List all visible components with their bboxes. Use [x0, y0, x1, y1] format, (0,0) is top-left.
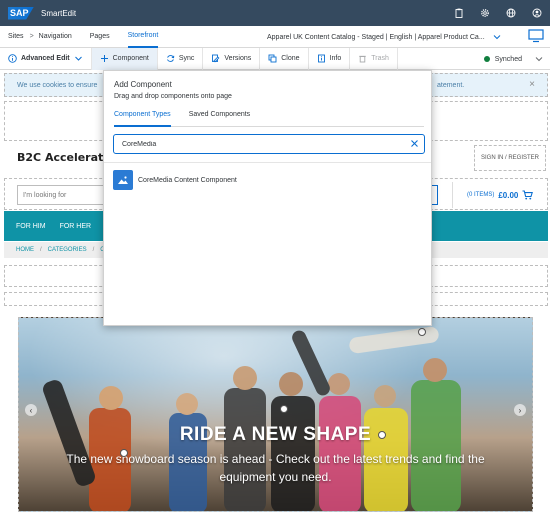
component-result-item[interactable]: CoreMedia Content Component	[113, 170, 237, 190]
sync-label: Sync	[178, 55, 195, 62]
breadcrumb-home[interactable]: HOME	[16, 247, 34, 253]
chevron-right-icon: >	[29, 33, 34, 40]
mode-label: Advanced Edit	[21, 55, 70, 62]
status-dot	[483, 56, 490, 62]
trash-button[interactable]: Trash	[350, 47, 398, 70]
site-search-input[interactable]: I'm looking for	[17, 185, 105, 205]
clone-label: Clone	[281, 55, 300, 62]
category-for-him[interactable]: FOR HIM	[16, 223, 46, 230]
catalog-label: Apparel UK Content Catalog - Staged | En…	[267, 33, 485, 41]
gear-icon[interactable]	[480, 8, 490, 18]
info-circle-icon	[8, 54, 17, 63]
popover-subtitle: Drag and drop components onto page	[114, 93, 232, 100]
shell-header: SAP SmartEdit	[0, 0, 550, 26]
category-for-her[interactable]: FOR HER	[60, 223, 92, 230]
info-doc-icon	[317, 54, 326, 63]
carousel-prev-arrow[interactable]: ‹	[25, 404, 37, 416]
drag-handle[interactable]	[120, 449, 128, 457]
carousel-next-arrow[interactable]: ›	[514, 404, 526, 416]
close-icon[interactable]: ×	[529, 79, 535, 90]
sync-status-label: Synched	[494, 55, 522, 63]
sync-button[interactable]: Sync	[158, 47, 204, 70]
device-preview-icon[interactable]	[528, 29, 544, 43]
cart-icon	[522, 190, 534, 200]
nav-pages[interactable]: Pages	[90, 26, 110, 48]
versions-label: Versions	[224, 55, 252, 62]
sync-status[interactable]: Synched	[483, 48, 522, 70]
hero-title: RIDE A NEW SHAPE	[179, 424, 372, 445]
sync-icon	[166, 54, 175, 63]
catalog-selector[interactable]: Apparel UK Content Catalog - Staged | En…	[267, 26, 501, 48]
divider	[104, 162, 431, 163]
component-label: Component	[112, 55, 149, 62]
versions-button[interactable]: Versions	[203, 47, 261, 70]
cart-items: (0 ITEMS)	[467, 192, 495, 198]
drag-handle[interactable]	[280, 405, 288, 413]
cart-total: £0.00	[498, 190, 519, 200]
breadcrumb-separator: /	[92, 247, 95, 253]
component-search-input[interactable]	[113, 134, 425, 154]
plus-icon	[100, 54, 109, 63]
nav-sites[interactable]: Sites	[8, 26, 24, 48]
chevron-down-icon[interactable]	[534, 54, 544, 64]
clone-button[interactable]: Clone	[260, 47, 309, 70]
site-brand[interactable]: B2C Accelerator	[17, 151, 116, 164]
cookie-text-start: We use cookies to ensure	[17, 82, 98, 89]
image-component-icon	[113, 170, 133, 190]
chevron-down-icon	[493, 33, 501, 41]
info-button[interactable]: Info	[309, 47, 351, 70]
app-name: SmartEdit	[41, 8, 77, 18]
nav-storefront[interactable]: Storefront	[127, 26, 159, 48]
clipboard-icon[interactable]	[454, 8, 464, 18]
breadcrumb-separator: /	[40, 247, 42, 253]
clone-icon	[268, 54, 277, 63]
add-component-popover: Add Component Drag and drop components o…	[103, 70, 432, 326]
cookie-text-end: atement.	[437, 82, 465, 89]
info-label: Info	[329, 55, 342, 62]
mode-selector[interactable]: Advanced Edit	[6, 47, 92, 70]
clear-search-icon[interactable]	[410, 139, 419, 148]
trash-label: Trash	[371, 55, 389, 62]
shell-icons	[454, 8, 542, 18]
nav-navigation[interactable]: Navigation	[39, 26, 72, 48]
globe-icon[interactable]	[506, 8, 516, 18]
versions-icon	[211, 54, 220, 63]
breadcrumb-categories[interactable]: CATEGORIES	[48, 247, 87, 253]
tab-saved-components[interactable]: Saved Components	[189, 111, 250, 127]
mini-cart[interactable]: (0 ITEMS) £0.00	[452, 182, 546, 208]
popover-title: Add Component	[114, 80, 172, 89]
edit-toolbar: Advanced Edit Component Sync Versions Cl…	[0, 47, 550, 70]
trash-icon	[358, 54, 367, 63]
drag-handle[interactable]	[418, 328, 426, 336]
chevron-down-icon	[74, 54, 83, 63]
signin-link[interactable]: SIGN IN / REGISTER	[474, 145, 546, 171]
tab-component-types[interactable]: Component Types	[114, 111, 171, 127]
user-icon[interactable]	[532, 8, 542, 18]
component-button[interactable]: Component	[91, 47, 158, 70]
sap-logo: SAP	[8, 6, 34, 20]
drag-handle[interactable]	[378, 431, 386, 439]
popover-tabs: Component Types Saved Components	[114, 111, 424, 127]
component-result-label: CoreMedia Content Component	[138, 176, 237, 184]
nav-bar: Sites > Navigation Pages Storefront Appa…	[0, 26, 550, 48]
hero-banner[interactable]: RIDE A NEW SHAPE The new snowboard seaso…	[18, 317, 533, 512]
